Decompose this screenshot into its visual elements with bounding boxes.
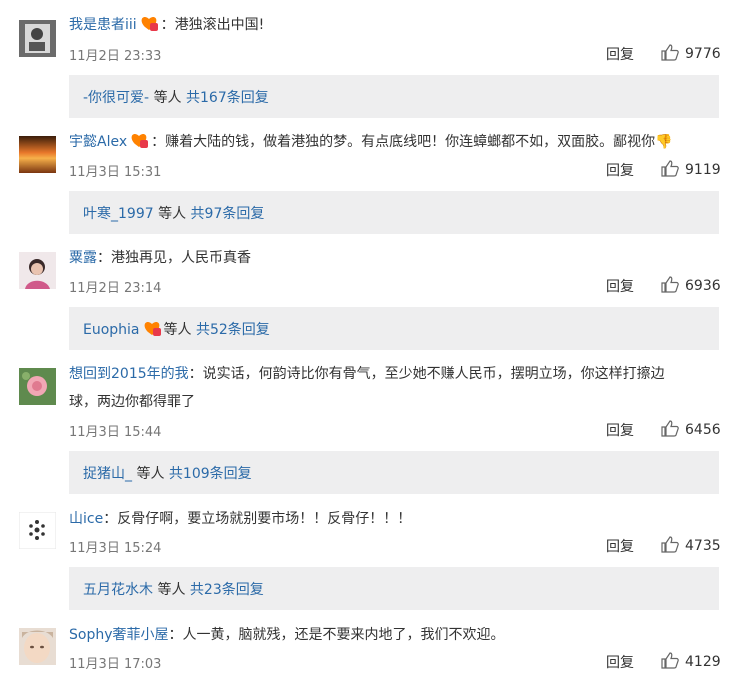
comment-text-line: 球，两边你都得罪了 (69, 390, 724, 414)
sub-reply-user[interactable]: 五月花水木 (83, 582, 153, 598)
reply-button[interactable]: 回复 (606, 420, 634, 440)
like-button[interactable]: 9119 (661, 160, 721, 178)
timestamp: 11月3日 17:03 (69, 657, 162, 672)
comment-text: ：说实话，何韵诗比你有骨气，至少她不赚人民币，摆明立场，你这样打擦边 (188, 366, 665, 382)
comment-text-line: Sophy奢菲小屋：人一黄，脑就残，还是不要来内地了，我们不欢迎。 (69, 623, 724, 647)
sub-replies-box[interactable]: -你很可爱- 等人 共167条回复 (69, 75, 719, 118)
username-link[interactable]: 宇懿Alex (69, 134, 127, 150)
thumbs-up-icon (661, 536, 679, 553)
timestamp: 11月3日 15:31 (69, 165, 162, 180)
sub-reply-total-link[interactable]: 共23条回复 (190, 582, 264, 598)
reply-button[interactable]: 回复 (606, 652, 634, 672)
vip-badge-icon (129, 132, 149, 157)
sub-reply-middle: 等人 (153, 90, 182, 106)
avatar[interactable] (19, 368, 56, 405)
thumbs-up-icon (661, 276, 679, 293)
like-button[interactable]: 4735 (661, 536, 721, 554)
comment-text: 球，两边你都得罪了 (69, 394, 195, 410)
reply-button[interactable]: 回复 (606, 536, 634, 556)
sub-replies-box[interactable]: 叶寒_1997 等人 共97条回复 (69, 191, 719, 234)
username-link[interactable]: 我是患者iii (69, 17, 137, 33)
sub-replies-box[interactable]: 捉猪山_ 等人 共109条回复 (69, 451, 719, 494)
username-link[interactable]: 想回到2015年的我 (69, 366, 189, 382)
like-button[interactable]: 6456 (661, 420, 721, 438)
avatar[interactable] (19, 252, 56, 289)
comment-text-line: 想回到2015年的我：说实话，何韵诗比你有骨气，至少她不赚人民币，摆明立场，你这… (69, 362, 724, 386)
sub-reply-total-link[interactable]: 共109条回复 (169, 466, 252, 482)
timestamp: 11月3日 15:24 (69, 541, 162, 556)
username-link[interactable]: 山ice (69, 511, 103, 527)
sub-reply-total-link[interactable]: 共52条回复 (196, 322, 270, 338)
comment-text: ：人一黄，脑就残，还是不要来内地了，我们不欢迎。 (168, 627, 505, 643)
like-count: 9776 (685, 46, 721, 62)
comment-text-line: 山ice：反骨仔啊，要立场就别要市场！！反骨仔！！！ (69, 507, 724, 531)
like-button[interactable]: 9776 (661, 44, 721, 62)
thumbs-up-icon (661, 420, 679, 437)
reply-button[interactable]: 回复 (606, 160, 634, 180)
comment-text-line: 宇懿Alex ：赚着大陆的钱，做着港独的梦。有点底线吧！你连蟑螂都不如，双面胶。鄙… (69, 130, 724, 157)
vip-badge-icon (142, 320, 162, 341)
timestamp: 11月3日 15:44 (69, 425, 162, 440)
comment-text: ：港独滚出中国! (160, 17, 265, 33)
like-count: 4735 (685, 538, 721, 554)
username-link[interactable]: 粟露 (69, 250, 97, 266)
like-count: 6456 (685, 422, 721, 438)
username-link[interactable]: Sophy奢菲小屋 (69, 627, 169, 643)
sub-reply-total-link[interactable]: 共97条回复 (191, 206, 265, 222)
sub-replies-box[interactable]: Euophia 等人 共52条回复 (69, 307, 719, 350)
timestamp: 11月2日 23:33 (69, 49, 162, 64)
sub-reply-user[interactable]: -你很可爱- (83, 90, 149, 106)
like-button[interactable]: 6936 (661, 276, 721, 294)
avatar[interactable] (19, 628, 56, 665)
comment-text-line: 我是患者iii ：港独滚出中国! (69, 13, 724, 40)
comment-text: ：赚着大陆的钱，做着港独的梦。有点底线吧！你连蟑螂都不如，双面胶。鄙视你👎 (151, 134, 673, 150)
avatar[interactable] (19, 136, 56, 173)
like-count: 9119 (685, 162, 721, 178)
vip-badge-icon (139, 15, 159, 40)
thumbs-up-icon (661, 160, 679, 177)
thumbs-up-icon (661, 652, 679, 669)
avatar[interactable] (19, 20, 56, 57)
sub-reply-middle: 等人 (136, 466, 165, 482)
reply-button[interactable]: 回复 (606, 44, 634, 64)
sub-reply-user[interactable]: Euophia (83, 322, 140, 338)
sub-reply-middle: 等人 (158, 206, 187, 222)
comment-text: ：反骨仔啊，要立场就别要市场！！反骨仔！！！ (103, 511, 412, 527)
comment-text-line: 粟露：港独再见，人民币真香 (69, 246, 724, 270)
reply-button[interactable]: 回复 (606, 276, 634, 296)
sub-replies-box[interactable]: 五月花水木 等人 共23条回复 (69, 567, 719, 610)
sub-reply-user[interactable]: 捉猪山_ (83, 466, 132, 482)
sub-reply-user[interactable]: 叶寒_1997 (83, 206, 154, 222)
like-count: 4129 (685, 654, 721, 670)
sub-reply-total-link[interactable]: 共167条回复 (186, 90, 269, 106)
thumbs-up-icon (661, 44, 679, 61)
comment-text: ：港独再见，人民币真香 (97, 250, 251, 266)
like-count: 6936 (685, 278, 721, 294)
avatar[interactable] (19, 512, 56, 549)
like-button[interactable]: 4129 (661, 652, 721, 670)
sub-reply-middle: 等人 (157, 582, 186, 598)
sub-reply-middle: 等人 (163, 322, 192, 338)
timestamp: 11月2日 23:14 (69, 281, 162, 296)
